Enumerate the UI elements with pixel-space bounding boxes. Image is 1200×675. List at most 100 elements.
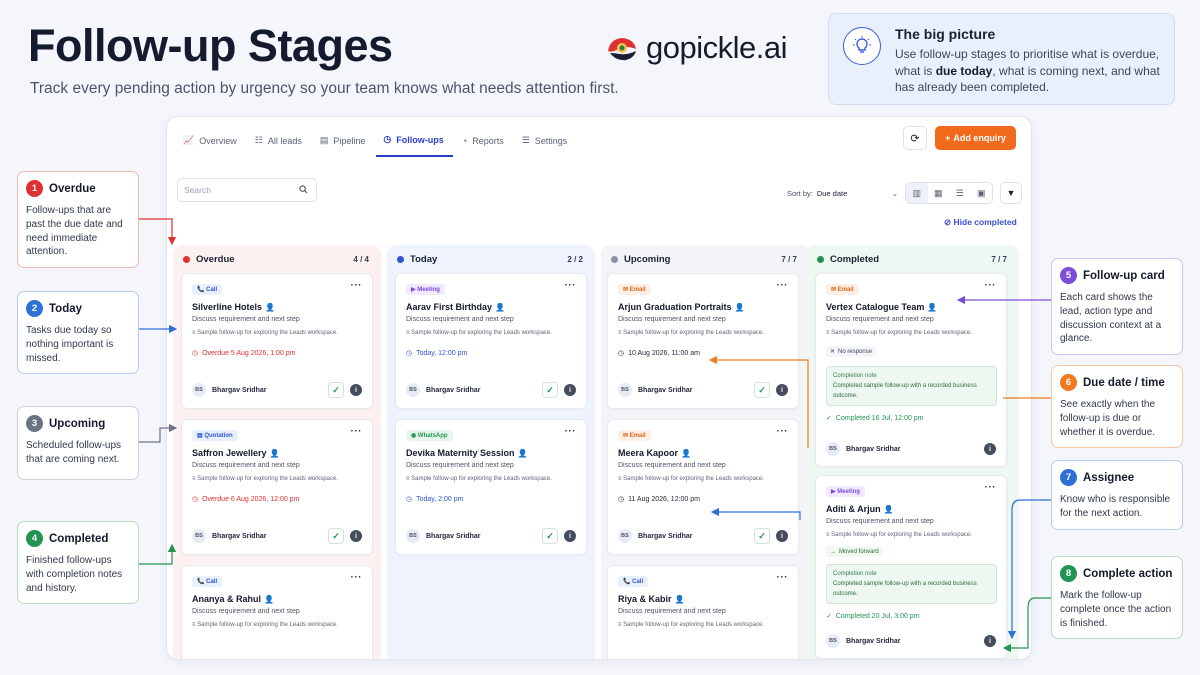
more-icon[interactable]: ··· xyxy=(777,572,789,583)
board-view-icon[interactable]: ▥ xyxy=(906,183,928,203)
card-note: ≡ Sample follow-up for exploring the Lea… xyxy=(192,622,338,628)
search-input[interactable]: Search xyxy=(177,178,317,202)
more-icon[interactable]: ··· xyxy=(985,280,997,291)
lead-name: Saffron Jewellery 👤 xyxy=(192,448,280,458)
more-icon[interactable]: ··· xyxy=(985,482,997,493)
list-view-icon[interactable]: ☰ xyxy=(949,183,971,203)
x-icon: ✕ xyxy=(830,349,836,355)
tab-all-leads[interactable]: ☷ All leads xyxy=(255,132,311,157)
column-overdue: Overdue 4 / 4 📞 Call ··· Silverline Hotel… xyxy=(173,245,381,659)
info-icon[interactable]: i xyxy=(350,384,362,396)
page-subtitle: Track every pending action by urgency so… xyxy=(30,80,619,97)
callout-number: 6 xyxy=(1060,374,1077,391)
callout-desc: Scheduled follow-ups that are coming nex… xyxy=(26,440,122,465)
board-icon: ▤ xyxy=(319,135,329,145)
grid-view-icon[interactable]: ▦ xyxy=(928,183,950,203)
status-badge: ✕ No response xyxy=(826,346,877,357)
follow-up-card[interactable]: ▶ Meeting ··· Aditi & Arjun 👤 Discuss req… xyxy=(815,475,1007,659)
tab-pipeline[interactable]: ▤ Pipeline xyxy=(320,132,375,157)
follow-up-card[interactable]: ✉ Email ··· Arjun Graduation Portraits 👤 … xyxy=(607,273,799,409)
filter-icon: ▼ xyxy=(1006,188,1016,198)
callout-overdue: 1 Overdue Follow-ups that are past the du… xyxy=(17,171,139,269)
callout-upcoming: 3 Upcoming Scheduled follow-ups that are … xyxy=(17,406,139,480)
follow-up-card[interactable]: 📞 Call ··· Riya & Kabir 👤 Discuss require… xyxy=(607,565,799,659)
upcoming-dot xyxy=(611,256,618,263)
tag-meeting: ▶ Meeting xyxy=(826,486,865,497)
callout-desc: Mark the follow-up complete once the act… xyxy=(1060,590,1172,629)
follow-up-card[interactable]: ▶ Meeting ··· Aarav First Birthday 👤 Disc… xyxy=(395,273,587,409)
lead-name: Vertex Catalogue Team 👤 xyxy=(826,302,938,312)
follow-up-card[interactable]: ✉ Email ··· Vertex Catalogue Team 👤 Discu… xyxy=(815,273,1007,467)
tab-follow-ups[interactable]: ◷ Follow-ups xyxy=(376,132,453,157)
more-icon[interactable]: ··· xyxy=(565,426,577,437)
complete-check-button[interactable]: ✓ xyxy=(754,528,770,544)
column-count: 7 / 7 xyxy=(991,255,1007,264)
big-picture-text: Use follow-up stages to prioritise what … xyxy=(895,47,1160,94)
sort-dropdown[interactable]: Sort by: Due date ⌄ xyxy=(783,182,898,204)
info-icon[interactable]: i xyxy=(350,530,362,542)
avatar: BS xyxy=(192,529,206,543)
due-date: ◷ Overdue 5 Aug 2026, 1:00 pm xyxy=(192,349,296,358)
more-icon[interactable]: ··· xyxy=(565,280,577,291)
more-icon[interactable]: ··· xyxy=(351,572,363,583)
main-nav: 📈 Overview ☷ All leads ▤ Pipeline ◷ Follow-u… xyxy=(183,132,585,157)
avatar: BS xyxy=(618,529,632,543)
callout-title: Assignee xyxy=(1083,471,1135,484)
add-enquiry-button[interactable]: + Add enquiry xyxy=(935,126,1016,150)
tab-settings[interactable]: ☰ Settings xyxy=(522,132,577,157)
complete-check-button[interactable]: ✓ xyxy=(328,528,344,544)
card-line: Discuss requirement and next step xyxy=(406,462,514,469)
complete-check-button[interactable]: ✓ xyxy=(328,382,344,398)
follow-up-card[interactable]: 📞 Call ··· Ananya & Rahul 👤 Discuss requi… xyxy=(181,565,373,659)
clock-icon: ◷ xyxy=(192,350,199,357)
lead-name: Aarav First Birthday 👤 xyxy=(406,302,505,312)
card-line: Discuss requirement and next step xyxy=(406,316,514,323)
refresh-button[interactable]: ⟳ xyxy=(903,126,927,150)
clock-icon: ◷ xyxy=(618,350,625,357)
info-icon[interactable]: i xyxy=(776,530,788,542)
info-icon[interactable]: i xyxy=(564,530,576,542)
info-icon[interactable]: i xyxy=(984,443,996,455)
person-icon: 👤 xyxy=(674,595,685,604)
column-today: Today 2 / 2 ▶ Meeting ··· Aarav First Bir… xyxy=(387,245,595,659)
follow-up-card[interactable]: ▤ Quotation ··· Saffron Jewellery 👤 Discu… xyxy=(181,419,373,555)
complete-check-button[interactable]: ✓ xyxy=(542,528,558,544)
tag-call: 📞 Call xyxy=(192,576,223,587)
info-icon[interactable]: i xyxy=(776,384,788,396)
more-icon[interactable]: ··· xyxy=(777,426,789,437)
big-picture-title: The big picture xyxy=(895,26,996,42)
clock-icon: ◷ xyxy=(618,496,625,503)
info-icon[interactable]: i xyxy=(984,635,996,647)
more-icon[interactable]: ··· xyxy=(351,280,363,291)
hide-completed-link[interactable]: ⊘ Hide completed xyxy=(944,217,1017,228)
avatar: BS xyxy=(618,383,632,397)
callout-number: 1 xyxy=(26,180,43,197)
card-footer: BS Bhargav Sridhar i xyxy=(826,634,996,648)
card-footer: BS Bhargav Sridhar ✓ i xyxy=(192,382,362,398)
more-icon[interactable]: ··· xyxy=(777,280,789,291)
person-icon: 👤 xyxy=(927,303,938,312)
callout-desc: Each card shows the lead, action type an… xyxy=(1060,292,1162,345)
due-date: ◷ Today, 12:00 pm xyxy=(406,349,468,358)
info-icon[interactable]: i xyxy=(564,384,576,396)
follow-up-card[interactable]: ✉ Email ··· Meera Kapoor 👤 Discuss requir… xyxy=(607,419,799,555)
assignee-name: Bhargav Sridhar xyxy=(638,386,693,394)
tab-reports[interactable]: ◔ Reports xyxy=(462,132,513,157)
completed-time: ✓ Completed 16 Jul, 12:00 pm xyxy=(826,414,924,423)
follow-up-card[interactable]: 📞 Call ··· Silverline Hotels 👤 Discuss re… xyxy=(181,273,373,409)
lightbulb-icon xyxy=(843,27,881,65)
tab-overview[interactable]: 📈 Overview xyxy=(183,132,246,157)
clock-icon: ◷ xyxy=(406,496,413,503)
complete-check-button[interactable]: ✓ xyxy=(542,382,558,398)
person-icon: 👤 xyxy=(265,303,275,312)
calendar-view-icon[interactable]: ▣ xyxy=(971,183,993,203)
card-note: ≡ Sample follow-up for exploring the Lea… xyxy=(618,622,764,628)
lead-name: Aditi & Arjun 👤 xyxy=(826,504,894,514)
complete-check-button[interactable]: ✓ xyxy=(754,382,770,398)
follow-up-card[interactable]: ◉ WhatsApp ··· Devika Maternity Session 👤… xyxy=(395,419,587,555)
callout-today: 2 Today Tasks due today so nothing import… xyxy=(17,291,139,375)
callout-desc: Tasks due today so nothing important is … xyxy=(26,325,114,364)
sliders-icon: ☰ xyxy=(521,135,530,145)
filter-button[interactable]: ▼ xyxy=(1000,182,1022,204)
more-icon[interactable]: ··· xyxy=(351,426,363,437)
